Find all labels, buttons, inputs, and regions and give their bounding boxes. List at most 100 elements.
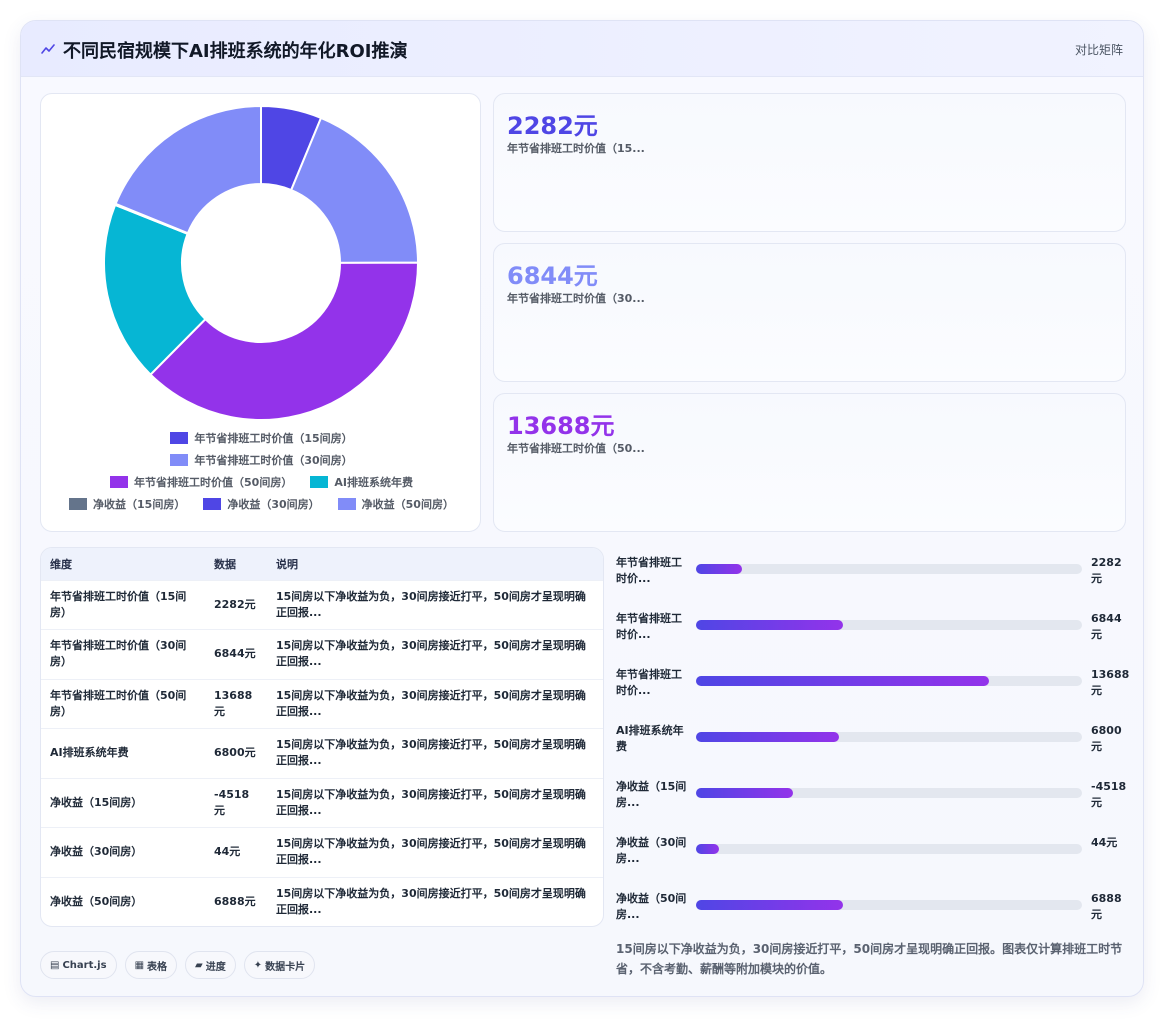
sparkle-icon: ✦	[253, 959, 263, 971]
tag-progress[interactable]: ▰ 进度	[185, 951, 236, 979]
stat-label: 年节省排班工时价值（15...	[507, 142, 645, 155]
progress-value: 2282元	[1091, 556, 1122, 585]
table-cell-description: 15间房以下净收益为负，30间房接近打平，50间房才呈现明确正回报...	[267, 876, 603, 926]
stat-card: 6844元 年节省排班工时价值（30...	[493, 243, 1126, 382]
tag-data-cards[interactable]: ✦ 数据卡片	[243, 951, 316, 979]
legend-swatch	[337, 498, 356, 510]
stat-value: 2282元	[507, 112, 598, 140]
table-header-row: 维度 数据 说明	[41, 548, 603, 580]
legend-item[interactable]: 年节省排班工时价值（50间房）	[110, 474, 292, 490]
progress-track	[696, 900, 1082, 910]
table-row[interactable]: 年节省排班工时价值（30间房） 6844元 15间房以下净收益为负，30间房接近打平…	[41, 629, 603, 679]
data-table: 维度 数据 说明 年节省排班工时价值（15间房） 2282元 15间房以下净收益为负…	[41, 548, 603, 926]
legend-row: 年节省排班工时价值（30间房）	[41, 449, 482, 471]
legend-row: 年节省排班工时价值（15间房）	[41, 427, 482, 449]
progress-value: 44元	[1091, 836, 1118, 849]
table-cell-value: -4518元	[205, 777, 267, 828]
progress-label: 年节省排班工时价...	[616, 668, 682, 697]
table-row[interactable]: 年节省排班工时价值（50间房） 13688元 15间房以下净收益为负，30间房接近打…	[41, 678, 603, 729]
legend-label: 净收益（50间房）	[361, 498, 454, 511]
progress-fill	[696, 844, 720, 854]
tag-chartjs[interactable]: ▤ Chart.js	[40, 951, 117, 979]
progress-row: 年节省排班工时价... 2282元	[616, 551, 1126, 591]
table-header-description[interactable]: 说明	[267, 548, 603, 580]
progress-value: 6888元	[1091, 892, 1122, 921]
legend-item[interactable]: 净收益（30间房）	[203, 496, 320, 512]
table-cell-description: 15间房以下净收益为负，30间房接近打平，50间房才呈现明确正回报...	[267, 678, 603, 729]
table-row[interactable]: 年节省排班工时价值（15间房） 2282元 15间房以下净收益为负，30间房接近打平…	[41, 579, 603, 630]
progress-row: 净收益（50间房... 6888元	[616, 887, 1126, 927]
legend-label: 年节省排班工时价值（30间房）	[194, 454, 353, 467]
progress-value: 6800元	[1091, 724, 1122, 753]
table-header-dimension[interactable]: 维度	[41, 548, 205, 580]
legend-item[interactable]: 净收益（15间房）	[69, 496, 185, 512]
tag-label: 数据卡片	[265, 961, 306, 973]
stat-label: 年节省排班工时价值（30...	[507, 292, 645, 305]
legend-item[interactable]: 年节省排班工时价值（30间房）	[170, 452, 353, 468]
tech-tags: ▤ Chart.js ▦ 表格 ▰ 进度 ✦ 数据卡片	[40, 951, 316, 979]
table-row[interactable]: 净收益（50间房） 6888元 15间房以下净收益为负，30间房接近打平，50间房才…	[41, 876, 603, 926]
stat-card: 13688元 年节省排班工时价值（50...	[493, 393, 1126, 532]
progress-track	[696, 620, 1082, 630]
progress-label: AI排班系统年费	[616, 724, 684, 753]
progress-fill	[696, 732, 839, 742]
progress-fill	[696, 564, 743, 574]
table-row[interactable]: 净收益（15间房） -4518元 15间房以下净收益为负，30间房接近打平，50间房…	[41, 777, 603, 828]
chart-icon	[41, 44, 55, 54]
progress-track	[696, 732, 1082, 742]
progress-fill	[696, 788, 793, 798]
chart-legend: 年节省排班工时价值（15间房） 年节省排班工时价值（30间房） 年节省排班工时价…	[41, 427, 482, 515]
pie-slice[interactable]	[149, 261, 420, 421]
view-badge[interactable]: 对比矩阵	[1075, 41, 1123, 58]
progress-value: 6844元	[1091, 612, 1122, 641]
legend-item[interactable]: 年节省排班工时价值（15间房）	[170, 430, 353, 446]
pie-chart	[103, 104, 420, 421]
table-cell-value: 2282元	[205, 579, 267, 630]
progress-label: 年节省排班工时价...	[616, 556, 682, 585]
legend-label: 净收益（30间房）	[227, 498, 320, 511]
table-cell-dimension: 净收益（15间房）	[41, 777, 205, 828]
stat-card: 2282元 年节省排班工时价值（15...	[493, 93, 1126, 232]
tag-label: Chart.js	[62, 959, 107, 971]
progress-row: 年节省排班工时价... 6844元	[616, 607, 1126, 647]
table-cell-description: 15间房以下净收益为负，30间房接近打平，50间房才呈现明确正回报...	[267, 777, 603, 828]
table-cell-value: 6800元	[205, 728, 267, 778]
legend-swatch	[170, 454, 189, 466]
tag-table[interactable]: ▦ 表格	[124, 951, 178, 979]
progress-track	[696, 564, 1082, 574]
table-cell-value: 13688元	[205, 678, 267, 729]
footnote: 15间房以下净收益为负，30间房接近打平，50间房才呈现明确正回报。图表仅计算排…	[616, 942, 1123, 976]
progress-fill	[696, 900, 843, 910]
table-cell-dimension: 年节省排班工时价值（15间房）	[41, 579, 205, 630]
progress-label: 净收益（30间房...	[616, 836, 687, 865]
progress-value: -4518元	[1091, 780, 1127, 809]
progress-row: 净收益（30间房... 44元	[616, 831, 1126, 871]
legend-swatch	[310, 476, 329, 488]
legend-swatch	[170, 432, 189, 444]
legend-label: 净收益（15间房）	[93, 498, 186, 511]
dashboard-card: 不同民宿规模下AI排班系统的年化ROI推演 对比矩阵 年节省排班工时价值（15间…	[20, 20, 1144, 997]
legend-label: 年节省排班工时价值（50间房）	[134, 476, 293, 489]
table-cell-dimension: 净收益（50间房）	[41, 876, 205, 926]
progress-fill	[696, 620, 843, 630]
progress-row: AI排班系统年费 6800元	[616, 719, 1126, 759]
table-icon: ▦	[134, 959, 145, 971]
table-cell-description: 15间房以下净收益为负，30间房接近打平，50间房才呈现明确正回报...	[267, 728, 603, 778]
progress-value: 13688元	[1091, 668, 1130, 697]
legend-item[interactable]: AI排班系统年费	[310, 474, 413, 490]
legend-item[interactable]: 净收益（50间房）	[337, 496, 454, 512]
progress-label: 净收益（15间房...	[616, 780, 687, 809]
progress-label: 年节省排班工时价...	[616, 612, 682, 641]
legend-row: 净收益（15间房） 净收益（30间房） 净收益（50间房）	[41, 493, 482, 515]
table-row[interactable]: 净收益（30间房） 44元 15间房以下净收益为负，30间房接近打平，50间房才呈现…	[41, 827, 603, 877]
progress-track	[696, 676, 1082, 686]
table-row[interactable]: AI排班系统年费 6800元 15间房以下净收益为负，30间房接近打平，50间房才呈…	[41, 728, 603, 778]
table-cell-dimension: 年节省排班工时价值（50间房）	[41, 678, 205, 729]
progress-label: 净收益（50间房...	[616, 892, 687, 921]
stat-value: 13688元	[507, 412, 615, 440]
legend-label: AI排班系统年费	[334, 476, 413, 489]
table-cell-value: 6844元	[205, 629, 267, 679]
progress-row: 年节省排班工时价... 13688元	[616, 663, 1129, 703]
table-cell-description: 15间房以下净收益为负，30间房接近打平，50间房才呈现明确正回报...	[267, 629, 603, 679]
table-header-data[interactable]: 数据	[205, 548, 267, 580]
